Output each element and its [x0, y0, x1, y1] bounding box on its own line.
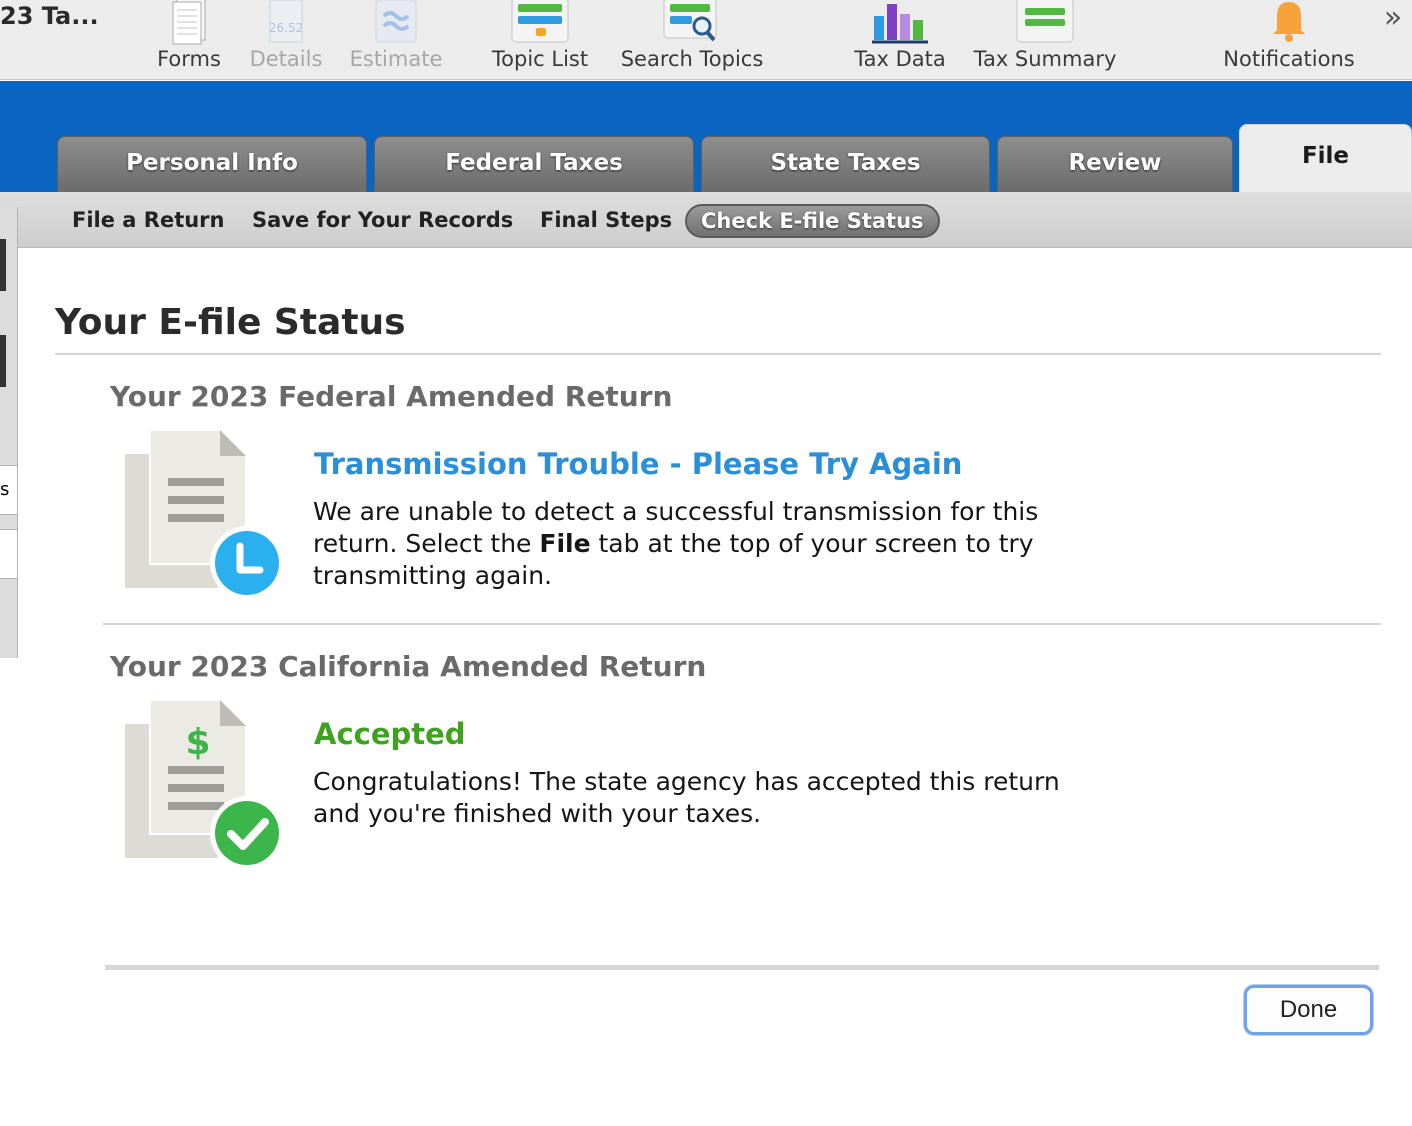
- toolbar-estimate-button[interactable]: Estimate: [344, 0, 448, 80]
- sidebar-fragment: s: [0, 207, 18, 658]
- done-button[interactable]: Done: [1244, 985, 1373, 1035]
- toolbar-search-topics-label: Search Topics: [620, 47, 764, 71]
- federal-message-file-emphasis: File: [539, 529, 591, 558]
- california-return-status: Accepted: [314, 717, 466, 751]
- sidebar-fragment-block: [0, 239, 6, 291]
- subtab-save-for-your-records[interactable]: Save for Your Records: [252, 202, 513, 238]
- sidebar-fragment-text: s: [0, 479, 10, 500]
- title-divider: [55, 353, 1381, 355]
- toolbar-tax-data-button[interactable]: Tax Data: [850, 0, 950, 80]
- tax-summary-icon: [1016, 0, 1074, 43]
- sidebar-fragment-item[interactable]: s: [0, 465, 18, 515]
- california-return-title: Your 2023 California Amended Return: [110, 650, 707, 683]
- toolbar-details-label: Details: [249, 47, 323, 71]
- toolbar-tax-summary-label: Tax Summary: [973, 47, 1117, 71]
- federal-return-status: Transmission Trouble - Please Try Again: [314, 447, 963, 481]
- subtab-bar: File a Return Save for Your Records Fina…: [0, 192, 1412, 248]
- section-divider: [103, 623, 1381, 625]
- tab-review[interactable]: Review: [997, 136, 1233, 192]
- california-return-message: Congratulations! The state agency has ac…: [313, 767, 1060, 828]
- tab-file[interactable]: File: [1239, 124, 1412, 194]
- estimate-icon: [375, 0, 417, 43]
- subtab-check-efile-status[interactable]: Check E-file Status: [685, 204, 940, 238]
- tab-personal-info[interactable]: Personal Info: [57, 136, 367, 192]
- search-topics-icon: [663, 0, 717, 42]
- sidebar-fragment-item[interactable]: [0, 529, 18, 579]
- tax-data-icon: [872, 4, 928, 44]
- toolbar-notifications-label: Notifications: [1223, 47, 1355, 71]
- tab-state-taxes[interactable]: State Taxes: [701, 136, 990, 192]
- toolbar-topic-list-label: Topic List: [491, 47, 589, 71]
- toolbar-more-chevron-icon[interactable]: »: [1376, 0, 1410, 36]
- federal-return-message: We are unable to detect a successful tra…: [313, 496, 1093, 592]
- federal-return-title: Your 2023 Federal Amended Return: [110, 380, 673, 413]
- dollar-sign-icon: $: [185, 722, 210, 763]
- toolbar-details-button[interactable]: 26.52 Details: [242, 0, 330, 80]
- toolbar-search-topics-button[interactable]: Search Topics: [610, 0, 774, 80]
- federal-return-document-clock-icon: [125, 429, 284, 600]
- toolbar-estimate-label: Estimate: [349, 47, 443, 71]
- toolbar: 23 Ta... Forms 26.52 Details Estimate To…: [0, 0, 1412, 80]
- details-icon-text: 26.52: [269, 21, 303, 35]
- details-icon: 26.52: [269, 0, 303, 43]
- app-window: 23 Ta... Forms 26.52 Details Estimate To…: [0, 0, 1412, 1126]
- tab-federal-taxes[interactable]: Federal Taxes: [374, 136, 694, 192]
- subtab-final-steps[interactable]: Final Steps: [540, 202, 672, 238]
- toolbar-forms-button[interactable]: Forms: [146, 0, 232, 80]
- subtab-file-a-return[interactable]: File a Return: [72, 202, 225, 238]
- toolbar-forms-label: Forms: [157, 47, 221, 71]
- toolbar-notifications-button[interactable]: Notifications: [1216, 0, 1362, 80]
- bell-icon: [1273, 2, 1305, 42]
- sidebar-fragment-block: [0, 335, 6, 387]
- app-title: 23 Ta...: [0, 2, 99, 30]
- toolbar-topic-list-button[interactable]: Topic List: [482, 0, 598, 80]
- toolbar-tax-data-label: Tax Data: [854, 47, 946, 71]
- forms-icon: [172, 0, 206, 45]
- toolbar-tax-summary-button[interactable]: Tax Summary: [970, 0, 1120, 80]
- topic-list-icon: [511, 0, 569, 43]
- page-title: Your E-file Status: [55, 302, 406, 343]
- california-return-document-check-icon: $: [125, 699, 284, 870]
- footer-divider: [105, 965, 1379, 970]
